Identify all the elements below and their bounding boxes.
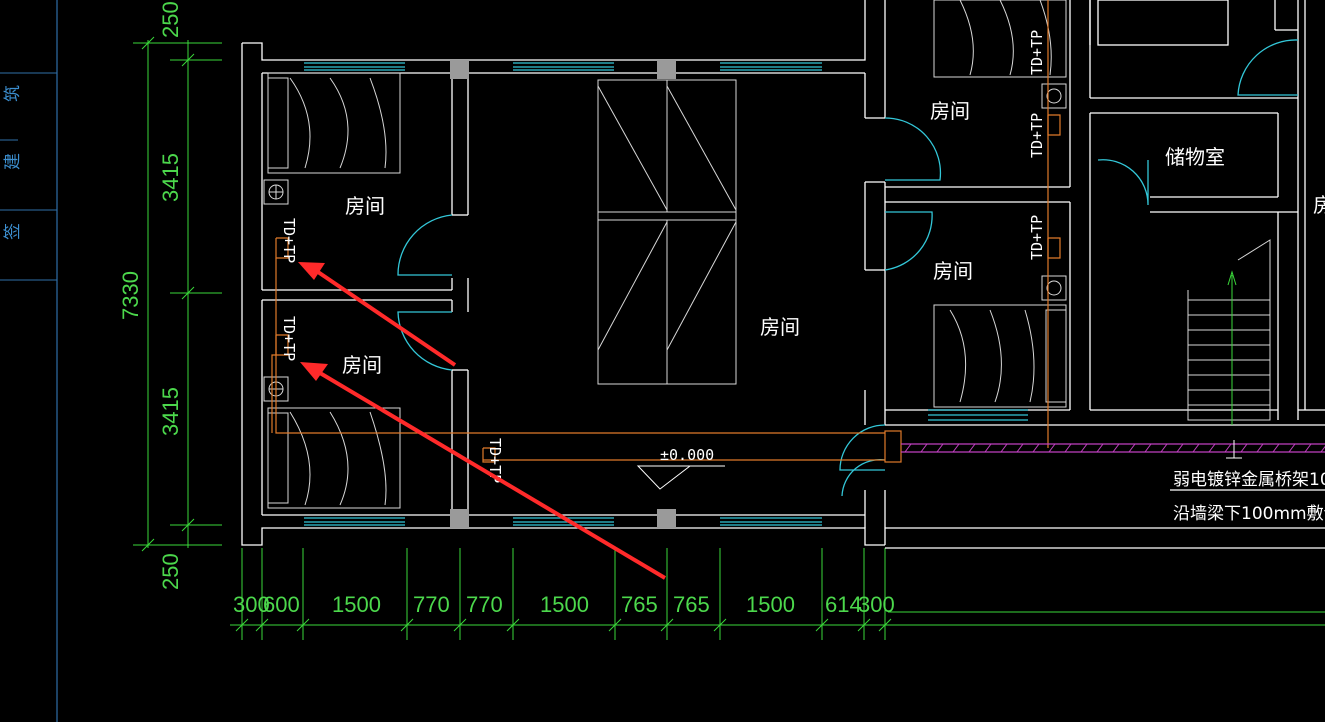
- dim-horizontal-label: 770: [466, 592, 503, 617]
- columns: [450, 60, 676, 528]
- tray-hatch-line: [1176, 443, 1184, 453]
- tag-td-tp-1: TD+TP: [280, 218, 298, 263]
- tray-hatch-line: [1208, 443, 1216, 453]
- room-label-storage: 储物室: [1165, 145, 1225, 169]
- room-label-top-left: 房间: [345, 194, 385, 218]
- tray-hatch-line: [1192, 443, 1200, 453]
- tray-hatch-line: [1016, 443, 1024, 453]
- tray-hatch-line: [1144, 443, 1152, 453]
- tray-hatch-line: [968, 443, 976, 453]
- tray-note-1: 弱电镀锌金属桥架100*100: [1173, 470, 1325, 490]
- room-label-partial: 房: [1313, 193, 1325, 217]
- tray-hatch-line: [1048, 443, 1056, 453]
- dim-lower: 3415: [158, 387, 183, 436]
- dim-top: 250: [158, 1, 183, 38]
- tray-hatch-line: [1080, 443, 1088, 453]
- elevation-marker: ±0.000: [636, 446, 725, 490]
- dim-horizontal-label: 300: [858, 592, 895, 617]
- dim-horizontal-label: 1500: [540, 592, 589, 617]
- tray-hatch-line: [1288, 443, 1296, 453]
- tag-td-tp-4: TD+TP: [1028, 113, 1046, 158]
- dim-horizontal-label: 765: [621, 592, 658, 617]
- dim-total: 7330: [118, 271, 143, 320]
- tray-hatch-line: [984, 443, 992, 453]
- tray-hatch-line: [1304, 443, 1312, 453]
- tray-hatch-line: [920, 443, 928, 453]
- room-label-right-bottom: 房间: [933, 259, 973, 283]
- tray-hatch-line: [904, 443, 912, 453]
- arrow-head-1-icon: [298, 262, 325, 280]
- arrow-head-2-icon: [300, 362, 328, 381]
- dim-horizontal-label: 614: [825, 592, 862, 617]
- tray-hatch-line: [1064, 443, 1072, 453]
- tray-hatch-line: [952, 443, 960, 453]
- tray-hatch-line: [1112, 443, 1120, 453]
- tray-hatch-line: [936, 443, 944, 453]
- tray-note-2: 沿墙梁下100mm敷设: [1173, 504, 1325, 524]
- tray-hatch-line: [1000, 443, 1008, 453]
- red-arrows: [298, 262, 667, 580]
- tray-hatch-line: [1224, 443, 1232, 453]
- title-label-3: 签: [3, 223, 23, 240]
- tray-hatch-line: [1160, 443, 1168, 453]
- tray-hatch-line: [1256, 443, 1264, 453]
- title-label-2: 筑: [3, 85, 23, 102]
- tag-td-tp-5: TD+TP: [1028, 215, 1046, 260]
- horizontal-dimensions: 300600 1500 770 770 1500 765 765 1500 614300: [230, 548, 1325, 640]
- dim-horizontal-label: 765: [673, 592, 710, 617]
- tray-hatch-line: [1320, 445, 1325, 453]
- tray-notes: 弱电镀锌金属桥架100*100 沿墙梁下100mm敷设: [1173, 470, 1325, 524]
- cable-tray[interactable]: [901, 440, 1325, 459]
- tray-hatch-line: [1128, 443, 1136, 453]
- vertical-dimensions: 7330 250 3415 3415 250: [118, 1, 222, 590]
- dim-bottom: 250: [158, 553, 183, 590]
- elevation-text: ±0.000: [660, 446, 714, 464]
- room-label-bottom-left: 房间: [342, 353, 382, 377]
- dim-horizontal-label: 1500: [746, 592, 795, 617]
- tray-hatch-line: [1096, 443, 1104, 453]
- dim-horizontal-label: 1500: [332, 592, 381, 617]
- dim-upper: 3415: [158, 153, 183, 202]
- dim-horizontal-label: 770: [413, 592, 450, 617]
- cad-drawing[interactable]: 建 筑 签 7330 250 3415 3415 250 300 600 1500 7…: [0, 0, 1325, 722]
- room-label-center: 房间: [760, 315, 800, 339]
- tag-td-tp-2: TD+TP: [280, 316, 298, 361]
- tray-hatch-line: [1032, 443, 1040, 453]
- room-label-right-top: 房间: [930, 99, 970, 123]
- title-block: 建 筑 签: [0, 0, 58, 722]
- walls: [241, 0, 1325, 549]
- dim-horizontal-label: 600: [263, 592, 300, 617]
- tag-td-tp-6: TD+TP: [1028, 30, 1046, 75]
- tray-hatch-line: [1272, 443, 1280, 453]
- title-label-1: 建: [3, 153, 23, 170]
- tray-hatch-line: [1240, 443, 1248, 453]
- doors: [397, 39, 1299, 497]
- room-labels: 房间 房间 房间 房间 房间 储物室 房: [342, 99, 1325, 377]
